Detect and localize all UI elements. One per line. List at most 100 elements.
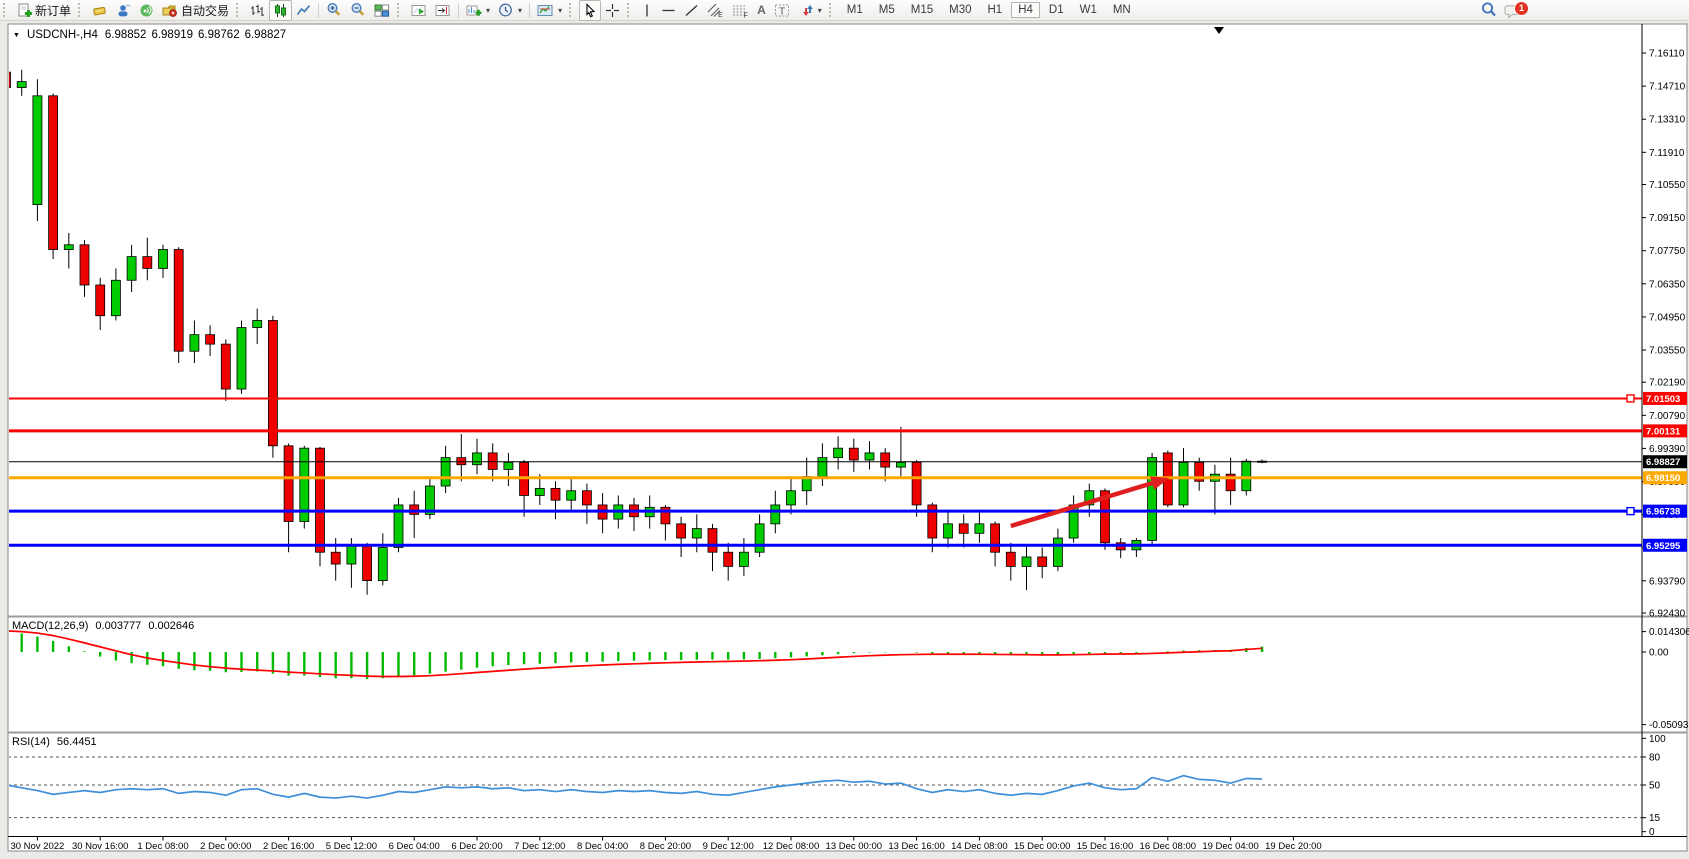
chevron-down-icon[interactable]: ▾ [558, 6, 562, 15]
arrows-tool-button[interactable]: ▾ [795, 0, 826, 21]
candle-body [1006, 552, 1015, 566]
price-line-badge-label: 6.95295 [1646, 541, 1681, 552]
candle-body [881, 453, 890, 467]
svg-text:F: F [744, 12, 748, 18]
chart-window [8, 24, 1687, 851]
macd-tick-label: -0.050937 [1649, 720, 1689, 731]
candle-body [159, 250, 168, 269]
new-order-button[interactable]: 新订单 [13, 0, 75, 21]
toolbar-grip[interactable] [627, 3, 633, 17]
notifications-button[interactable]: 1 [1504, 3, 1530, 21]
tab-m5[interactable]: M5 [872, 2, 902, 18]
rsi-tick-label: 80 [1649, 753, 1661, 764]
zoom-in-button[interactable] [322, 0, 346, 21]
time-tick-label: 15 Dec 16:00 [1077, 841, 1134, 852]
chart-shift-button[interactable] [431, 0, 455, 21]
text-label-tool-button[interactable]: T [770, 0, 795, 21]
text-tool-icon: A [757, 3, 766, 17]
time-tick-label: 5 Dec 12:00 [326, 841, 377, 852]
price-tick-label: 7.14710 [1649, 82, 1686, 93]
tab-mn[interactable]: MN [1106, 2, 1138, 18]
fibonacci-icon: F [732, 3, 749, 18]
candle-body [959, 524, 968, 533]
text-tool-button[interactable]: A [753, 0, 770, 21]
window-caret-icon[interactable]: ▼ [13, 32, 20, 39]
rsi-tick-label: 0 [1649, 827, 1655, 838]
new-chart-button[interactable]: ▾ [462, 0, 494, 21]
vertical-line-tool-button[interactable] [637, 0, 657, 21]
price-line-badge-label: 6.98827 [1646, 457, 1680, 468]
tab-m1[interactable]: M1 [840, 2, 870, 18]
macd-signal-value: 0.002646 [148, 620, 194, 632]
rsi-name: RSI(14) [12, 736, 50, 748]
equidistant-channel-tool-button[interactable]: E [703, 0, 728, 21]
tab-d1[interactable]: D1 [1042, 2, 1071, 18]
toolbar-separator [318, 3, 319, 18]
autotrading-button[interactable]: 自动交易 [158, 0, 233, 21]
candle-body [347, 545, 356, 564]
toolbar-grip[interactable] [3, 3, 9, 17]
candle-body [174, 250, 183, 352]
line-chart-mode-button[interactable] [292, 0, 315, 21]
candle-body [865, 453, 874, 460]
time-tick-label: 19 Dec 04:00 [1202, 841, 1259, 852]
signals-button[interactable] [135, 0, 158, 21]
time-tick-label: 14 Dec 08:00 [951, 841, 1008, 852]
periods-button[interactable]: ▾ [494, 0, 526, 21]
notification-badge: 1 [1514, 1, 1529, 16]
time-tick-label: 8 Dec 04:00 [577, 841, 628, 852]
rsi-indicator-label: RSI(14) 56.4451 [12, 736, 97, 748]
time-tick-label: 15 Dec 00:00 [1014, 841, 1071, 852]
price-tick-label: 7.04950 [1649, 312, 1686, 323]
svg-text:E: E [718, 12, 723, 18]
ohlc-close: 6.98827 [245, 29, 287, 41]
crosshair-tool-button[interactable] [601, 0, 624, 21]
toolbar-grip[interactable] [569, 3, 575, 17]
candle-body [80, 245, 89, 285]
chevron-down-icon[interactable]: ▾ [518, 6, 522, 15]
chart-canvas[interactable]: 7.161107.147107.133107.119107.105507.091… [0, 0, 1689, 859]
svg-text:T: T [779, 6, 785, 17]
candle-body [1242, 461, 1251, 491]
tab-h1[interactable]: H1 [980, 2, 1009, 18]
tab-m15[interactable]: M15 [904, 2, 940, 18]
tab-w1[interactable]: W1 [1073, 2, 1104, 18]
zoom-out-button[interactable] [346, 0, 370, 21]
auto-scroll-button[interactable] [407, 0, 431, 21]
templates-button[interactable]: ▾ [533, 0, 566, 21]
tile-windows-button[interactable] [370, 0, 394, 21]
cursor-tool-button[interactable] [579, 0, 601, 21]
search-icon[interactable] [1480, 1, 1498, 22]
candle-body [378, 548, 387, 581]
price-tick-label: 6.93790 [1649, 576, 1686, 587]
candle-body [17, 82, 26, 88]
candle-body [834, 448, 843, 457]
tab-m30[interactable]: M30 [942, 2, 978, 18]
fibonacci-tool-button[interactable]: F [728, 0, 753, 21]
market-depth-button[interactable] [88, 0, 112, 21]
ohlc-low: 6.98762 [198, 29, 240, 41]
rsi-tick-label: 50 [1649, 781, 1661, 792]
horizontal-line-tool-button[interactable] [657, 0, 680, 21]
chevron-down-icon[interactable]: ▾ [818, 6, 822, 15]
chart-window-title: ▼ USDCNH-,H4 6.98852 6.98919 6.98762 6.9… [13, 29, 286, 41]
signal-icon [139, 3, 154, 18]
chevron-down-icon[interactable]: ▾ [486, 6, 490, 15]
toolbar-grip[interactable] [236, 3, 242, 17]
tab-h4[interactable]: H4 [1011, 2, 1040, 18]
trendline-tool-button[interactable] [680, 0, 703, 21]
toolbar-grip[interactable] [397, 3, 403, 17]
macd-value: 0.003777 [95, 620, 141, 632]
candle-body [771, 505, 780, 524]
toolbar-grip[interactable] [78, 3, 84, 17]
candlestick-mode-button[interactable] [269, 0, 292, 21]
candle-body [755, 524, 764, 552]
community-button[interactable] [112, 0, 135, 21]
candle-body [692, 529, 701, 538]
autotrading-label: 自动交易 [181, 2, 229, 19]
candle-body [535, 488, 544, 495]
bar-chart-mode-button[interactable] [246, 0, 269, 21]
toolbar-grip[interactable] [829, 3, 835, 17]
time-tick-label: 2 Dec 16:00 [263, 841, 314, 852]
candle-body [2, 72, 11, 87]
